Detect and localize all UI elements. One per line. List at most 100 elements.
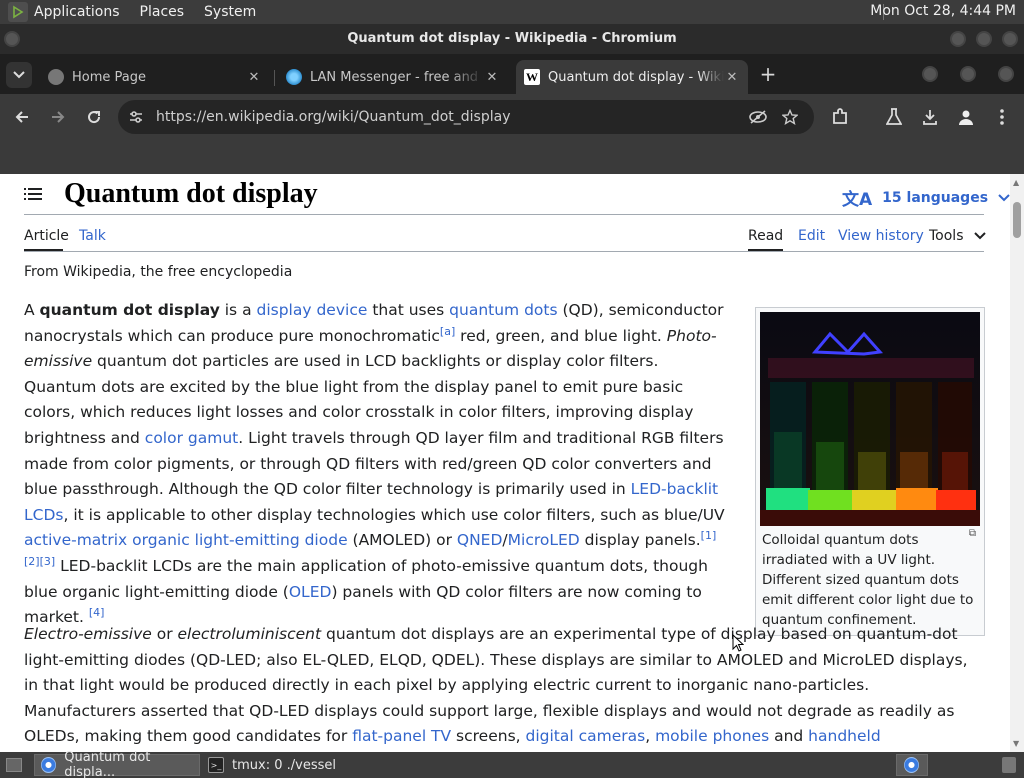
close-tab-icon[interactable]: ✕ <box>246 70 262 85</box>
eye-slash-icon[interactable] <box>746 105 770 129</box>
translate-icon: 文A <box>842 190 873 210</box>
link-microled[interactable]: MicroLED <box>508 531 580 549</box>
link-handheld[interactable]: handheld <box>808 727 881 745</box>
close-tab-icon[interactable]: ✕ <box>484 70 500 85</box>
text: , it is applicable to other display tech… <box>63 505 725 524</box>
url-text[interactable]: https://en.wikipedia.org/wiki/Quantum_do… <box>156 100 511 134</box>
link-flat-panel-tv[interactable]: flat-panel TV <box>352 727 451 745</box>
tab-strip-control[interactable] <box>960 66 976 82</box>
toolbar-extension-area <box>0 140 1024 174</box>
chevron-down-icon <box>974 232 986 240</box>
scroll-up-arrow-icon[interactable]: ▲ <box>1013 178 1019 187</box>
page-title: Quantum dot display <box>64 178 318 209</box>
clock[interactable]: Mon Oct 28, 4:44 PM <box>866 3 1020 19</box>
tab-article[interactable]: Article <box>24 228 69 244</box>
text: that uses <box>367 301 450 319</box>
new-tab-button[interactable]: + <box>756 62 780 86</box>
window-titlebar[interactable]: Quantum dot display - Wikipedia - Chromi… <box>0 24 1024 54</box>
italic-term: electroluminiscent <box>177 625 322 643</box>
tab-title: Quantum dot display - Wikipedia <box>548 69 724 85</box>
lan-messenger-icon <box>286 69 302 85</box>
system-menu[interactable]: System <box>204 4 256 20</box>
show-desktop-button[interactable] <box>2 754 26 776</box>
image-infobox: ⧉ Colloidal quantum dots irradiated with… <box>755 307 985 636</box>
text: display panels. <box>579 531 701 550</box>
workspace-switcher[interactable] <box>896 754 928 776</box>
address-bar[interactable]: https://en.wikipedia.org/wiki/Quantum_do… <box>118 100 814 134</box>
profile-icon[interactable] <box>954 105 978 129</box>
reload-button[interactable] <box>82 105 106 129</box>
tab-read[interactable]: Read <box>748 228 783 244</box>
scroll-down-arrow-icon[interactable]: ▼ <box>1013 739 1019 748</box>
link-quantum-dots[interactable]: quantum dots <box>449 301 557 319</box>
tab-home-page[interactable]: Home Page ✕ <box>40 60 270 94</box>
language-button[interactable]: 文A 15 languages <box>842 185 1010 210</box>
reload-icon <box>88 111 101 124</box>
maximize-button[interactable] <box>976 31 992 47</box>
close-window-button[interactable] <box>1002 31 1018 47</box>
link-digital-cameras[interactable]: digital cameras <box>526 727 646 745</box>
page-scrollbar[interactable]: ▲ ▼ <box>1010 174 1024 752</box>
tools-menu[interactable]: Tools <box>929 228 986 244</box>
arrow-left-icon <box>15 111 28 123</box>
quantum-dots-image[interactable] <box>760 312 980 526</box>
tab-strip-control[interactable] <box>998 66 1014 82</box>
intro-paragraph: A quantum dot display is a display devic… <box>24 298 729 631</box>
tab-title: Home Page <box>72 69 146 85</box>
window-menu-button[interactable] <box>4 31 20 47</box>
tab-talk[interactable]: Talk <box>79 228 106 244</box>
link-mobile-phones[interactable]: mobile phones <box>655 727 769 745</box>
footnote-1[interactable]: [1] <box>701 529 717 542</box>
places-menu[interactable]: Places <box>140 4 185 20</box>
tab-strip: Home Page ✕ LAN Messenger - free and ope… <box>0 54 1024 94</box>
footnote-2[interactable]: [2] <box>24 555 40 568</box>
italic-term: Electro-emissive <box>24 625 152 643</box>
link-display-device[interactable]: display device <box>257 301 368 319</box>
tab-quantum-dot-display[interactable]: W Quantum dot display - Wikipedia ✕ <box>516 60 748 94</box>
close-tab-icon[interactable]: ✕ <box>724 70 740 85</box>
footnote-a[interactable]: [a] <box>440 324 455 337</box>
tab-search-button[interactable] <box>6 62 32 88</box>
taskbar-item-chromium[interactable]: Quantum dot displa... <box>34 750 200 778</box>
taskbar-item-terminal[interactable]: >_ tmux: 0 ./vessel <box>202 754 392 776</box>
labs-flask-icon[interactable] <box>882 105 906 129</box>
footnote-4[interactable]: [4] <box>89 606 105 619</box>
system-logo-icon[interactable] <box>8 2 28 22</box>
chevron-down-icon <box>13 71 25 79</box>
extensions-icon[interactable] <box>828 105 852 129</box>
back-button[interactable] <box>10 105 34 129</box>
download-icon[interactable] <box>918 105 942 129</box>
mouse-cursor-icon <box>732 634 744 652</box>
site-info-icon[interactable] <box>124 105 148 129</box>
tab-title: LAN Messenger - free and open <box>310 69 484 85</box>
tab-lan-messenger[interactable]: LAN Messenger - free and open ✕ <box>278 60 508 94</box>
web-page: Quantum dot display 文A 15 languages Arti… <box>0 174 1010 752</box>
applications-menu[interactable]: Applications <box>34 4 120 20</box>
forward-button[interactable] <box>46 105 70 129</box>
main-menu-icon[interactable] <box>24 186 42 202</box>
tab-edit[interactable]: Edit <box>798 228 825 244</box>
tab-view-history[interactable]: View history <box>838 228 924 244</box>
trash-button[interactable] <box>1000 754 1022 776</box>
text: A <box>24 301 40 319</box>
wikipedia-icon: W <box>524 69 540 85</box>
taskbar-item-label: Quantum dot displa... <box>64 750 151 778</box>
second-paragraph: Electro-emissive or electroluminiscent q… <box>24 622 984 750</box>
link-color-gamut[interactable]: color gamut <box>145 429 238 447</box>
text: is a <box>219 301 257 319</box>
tab-separator <box>274 70 275 86</box>
taskbar-item-label: tmux: 0 ./vessel <box>232 757 336 773</box>
link-oled[interactable]: OLED <box>289 583 332 601</box>
text: or <box>151 625 178 643</box>
link-qned[interactable]: QNED <box>457 531 503 549</box>
image-caption: Colloidal quantum dots irradiated with a… <box>762 532 974 628</box>
text: screens, <box>451 727 526 746</box>
kebab-menu-icon[interactable] <box>990 105 1014 129</box>
bookmark-star-icon[interactable] <box>778 105 802 129</box>
footnote-3[interactable]: [3] <box>40 555 56 568</box>
tab-strip-control[interactable] <box>922 66 938 82</box>
link-amoled[interactable]: active-matrix organic light-emitting dio… <box>24 531 348 549</box>
minimize-button[interactable] <box>950 31 966 47</box>
scroll-thumb[interactable] <box>1013 202 1021 238</box>
language-count: 15 languages <box>882 189 989 206</box>
